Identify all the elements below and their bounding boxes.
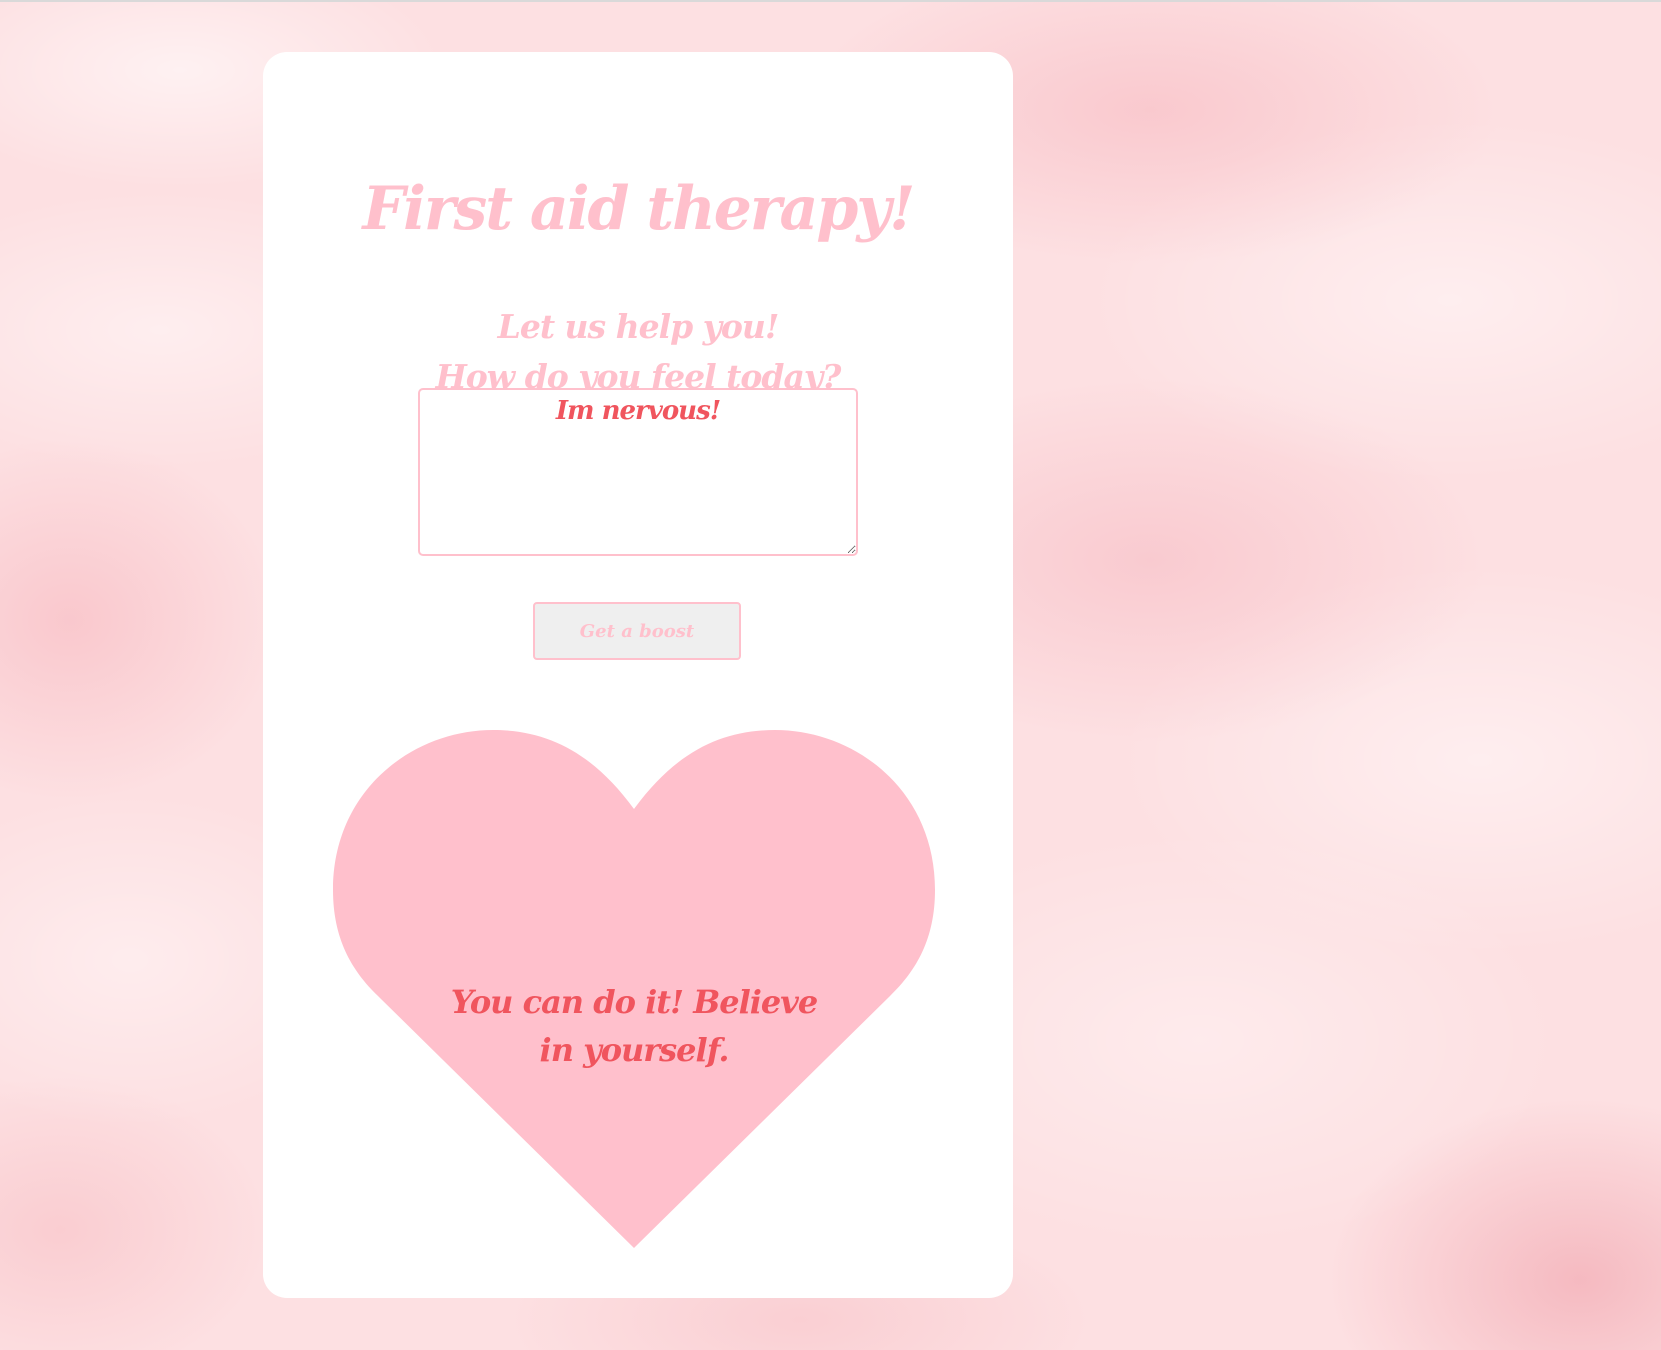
page-subtitle: Let us help you! How do you feel today?	[263, 302, 1013, 402]
boost-message: You can do it! Believe in yourself.	[450, 983, 818, 1069]
get-boost-button[interactable]: Get a boost	[533, 602, 741, 660]
therapy-card: First aid therapy! Let us help you! How …	[263, 52, 1013, 1298]
subtitle-line-help: Let us help you!	[497, 307, 780, 346]
top-border	[0, 0, 1661, 2]
feeling-input[interactable]: Im nervous!	[418, 388, 858, 556]
heart-result: You can do it! Believe in yourself.	[333, 730, 935, 1248]
page-title: First aid therapy!	[362, 174, 915, 244]
